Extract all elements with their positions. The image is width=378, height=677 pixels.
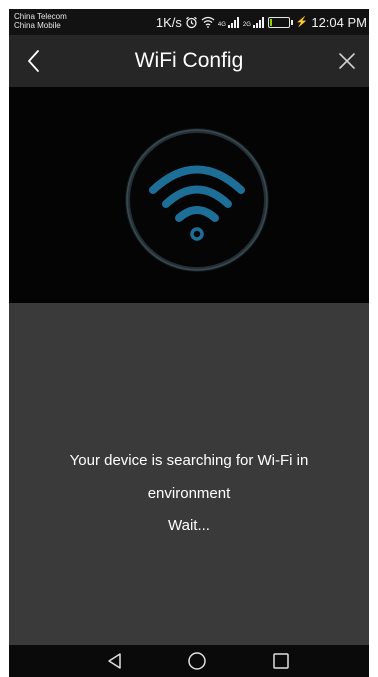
alarm-icon xyxy=(185,16,198,29)
status-time: 12:04 PM xyxy=(311,14,367,30)
wifi-hero xyxy=(9,87,369,303)
wait-text: Wait... xyxy=(168,517,210,534)
carrier-2: China Mobile xyxy=(14,21,61,30)
net-speed: 1K/s xyxy=(155,14,182,30)
network-type-1: 4G xyxy=(217,21,226,28)
battery-level: 20 xyxy=(274,17,284,27)
search-status-panel: Your device is searching for Wi-Fi in en… xyxy=(9,303,369,643)
page-title: WiFi Config xyxy=(134,49,244,72)
network-type-2: 2G xyxy=(242,21,251,28)
wifi-icon xyxy=(125,128,269,272)
status-message-line-2: environment xyxy=(147,485,231,502)
app-screen: China Telecom China Mobile 1K/s 4G 2G 20… xyxy=(9,9,369,677)
status-indicators: 1K/s 4G 2G 20 ⚡ 12:04 PM xyxy=(156,14,367,30)
carrier-info: China Telecom China Mobile xyxy=(14,12,67,30)
recents-square-icon xyxy=(273,653,289,669)
nav-bar: WiFi Config xyxy=(9,35,369,87)
system-nav-bar xyxy=(9,645,369,677)
home-circle-icon xyxy=(188,652,206,670)
status-message-line-1: Your device is searching for Wi-Fi in xyxy=(69,452,309,469)
battery-icon: 20 xyxy=(267,16,293,28)
close-icon xyxy=(339,53,355,69)
charging-icon: ⚡ xyxy=(295,16,309,28)
system-recents-button[interactable] xyxy=(271,651,291,671)
battery-level-fill xyxy=(269,18,272,26)
close-button[interactable] xyxy=(335,49,359,73)
carrier-1: China Telecom xyxy=(14,12,67,21)
signal-icon-2: 2G xyxy=(242,16,265,28)
wifi-icon xyxy=(201,16,215,28)
signal-icon: 4G xyxy=(217,16,240,28)
status-bar: China Telecom China Mobile 1K/s 4G 2G 20… xyxy=(9,9,369,35)
system-back-button[interactable] xyxy=(105,651,125,671)
system-home-button[interactable] xyxy=(187,651,207,671)
back-triangle-icon xyxy=(108,653,121,669)
